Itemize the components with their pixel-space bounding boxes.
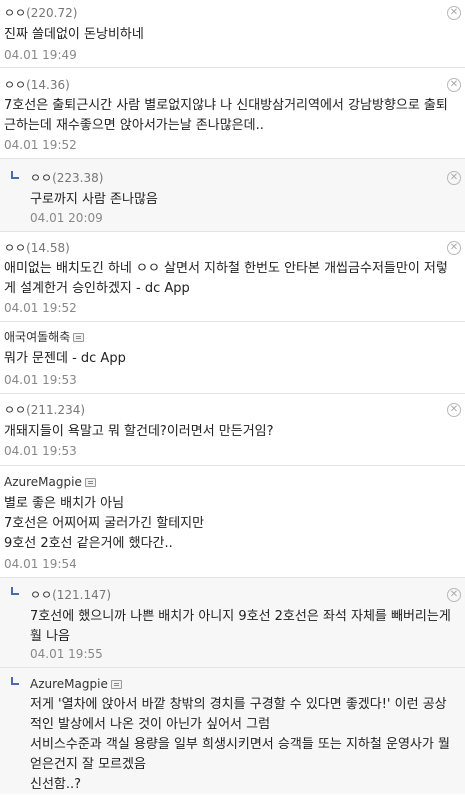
delete-comment-icon[interactable]: ✕ xyxy=(447,241,461,255)
reply-arrow-icon xyxy=(11,677,19,685)
comment-header: AzureMagpie xyxy=(30,676,122,692)
comment-author[interactable]: ㅇㅇ xyxy=(4,77,26,93)
comment-author[interactable]: ㅇㅇ xyxy=(4,5,26,21)
comment-header: ㅇㅇ (14.36) xyxy=(4,77,70,93)
comment-text: 저게 '열차에 앉아서 바깥 창밖의 경치를 구경할 수 있다면 좋겠다!' 이… xyxy=(30,697,450,792)
reply-item: AzureMagpie 저게 '열차에 앉아서 바깥 창밖의 경치를 구경할 수… xyxy=(0,668,465,794)
comment-text: 뭐가 문젠데 - dc App xyxy=(4,351,126,366)
comment-item: ㅇㅇ (220.72) ✕ 진짜 쓸데없이 돈낭비하네 04.01 19:49 xyxy=(0,0,465,68)
comment-item: ㅇㅇ (14.36) ✕ 7호선은 출퇴근시간 사람 별로없지않냐 나 신대방삼거… xyxy=(0,68,465,159)
comment-date: 04.01 19:54 xyxy=(4,557,77,571)
comment-text: 7호선은 출퇴근시간 사람 별로없지않냐 나 신대방삼거리역에서 강남방향으로 … xyxy=(4,98,448,133)
comment-author[interactable]: ㅇㅇ xyxy=(4,402,26,418)
fixed-nickname-icon xyxy=(110,679,122,689)
reply-arrow-icon xyxy=(11,171,19,179)
comment-ip: (121.147) xyxy=(52,588,112,602)
delete-comment-icon[interactable]: ✕ xyxy=(447,6,461,20)
comment-text: 개돼지들이 욕말고 뭐 할건데?이러면서 만든거임? xyxy=(4,424,274,439)
comment-header: ㅇㅇ (14.58) xyxy=(4,240,70,256)
comment-author[interactable]: ㅇㅇ xyxy=(4,240,26,256)
delete-comment-icon[interactable]: ✕ xyxy=(447,403,461,417)
comment-text: 별로 좋은 배치가 아님 7호선은 어찌어찌 굴러가긴 할테지만 9호선 2호선… xyxy=(4,496,205,551)
delete-comment-icon[interactable]: ✕ xyxy=(447,78,461,92)
comment-text: 진짜 쓸데없이 돈낭비하네 xyxy=(4,27,144,42)
reply-item: ㅇㅇ (223.38) ✕ 구로까지 사람 존나많음 04.01 20:09 xyxy=(0,159,465,232)
comment-header: 애국여돌해축 xyxy=(4,329,85,345)
comment-text: 애미없는 배치도긴 하네 ㅇㅇ 살면서 지하철 한번도 안타본 개씹금수저들만이… xyxy=(4,261,448,296)
comment-item: ㅇㅇ (14.58) ✕ 애미없는 배치도긴 하네 ㅇㅇ 살면서 지하철 한번도 … xyxy=(0,232,465,322)
comment-header: ㅇㅇ (223.38) xyxy=(30,170,103,186)
comment-date: 04.01 19:52 xyxy=(4,138,77,152)
comment-author[interactable]: AzureMagpie xyxy=(4,474,82,490)
comment-ip: (211.234) xyxy=(26,403,86,417)
comment-header: AzureMagpie xyxy=(4,474,96,490)
comment-header: ㅇㅇ (211.234) xyxy=(4,402,85,418)
comment-date: 04.01 19:53 xyxy=(4,373,77,387)
comment-date: 04.01 19:53 xyxy=(4,444,77,458)
reply-arrow-icon xyxy=(11,587,19,595)
comment-item: 애국여돌해축 뭐가 문젠데 - dc App 04.01 19:53 xyxy=(0,322,465,394)
fixed-nickname-icon xyxy=(73,332,85,342)
reply-item: ㅇㅇ (121.147) ✕ 7호선에 했으니까 나쁜 배치가 아니지 9호선 2… xyxy=(0,578,465,668)
comment-text: 7호선에 했으니까 나쁜 배치가 아니지 9호선 2호선은 좌석 자체를 빼버리… xyxy=(30,609,455,644)
comment-item: AzureMagpie 별로 좋은 배치가 아님 7호선은 어찌어찌 굴러가긴 … xyxy=(0,466,465,578)
comment-date: 04.01 19:55 xyxy=(30,647,103,661)
comment-author[interactable]: 애국여돌해축 xyxy=(4,329,70,345)
comment-header: ㅇㅇ (121.147) xyxy=(30,587,111,603)
comment-text: 구로까지 사람 존나많음 xyxy=(30,192,158,207)
comment-author[interactable]: AzureMagpie xyxy=(30,676,108,692)
comment-ip: (14.58) xyxy=(26,241,70,255)
comment-date: 04.01 20:09 xyxy=(30,211,103,225)
comment-author[interactable]: ㅇㅇ xyxy=(30,170,52,186)
comment-ip: (14.36) xyxy=(26,78,70,92)
comment-date: 04.01 19:49 xyxy=(4,48,77,62)
comment-item: ㅇㅇ (211.234) ✕ 개돼지들이 욕말고 뭐 할건데?이러면서 만든거임?… xyxy=(0,394,465,466)
delete-comment-icon[interactable]: ✕ xyxy=(447,171,461,185)
fixed-nickname-icon xyxy=(84,477,96,487)
delete-comment-icon[interactable]: ✕ xyxy=(447,588,461,602)
comment-ip: (220.72) xyxy=(26,6,78,20)
comment-author[interactable]: ㅇㅇ xyxy=(30,587,52,603)
comment-header: ㅇㅇ (220.72) xyxy=(4,5,77,21)
comment-date: 04.01 19:52 xyxy=(4,301,77,315)
comment-ip: (223.38) xyxy=(52,171,104,185)
